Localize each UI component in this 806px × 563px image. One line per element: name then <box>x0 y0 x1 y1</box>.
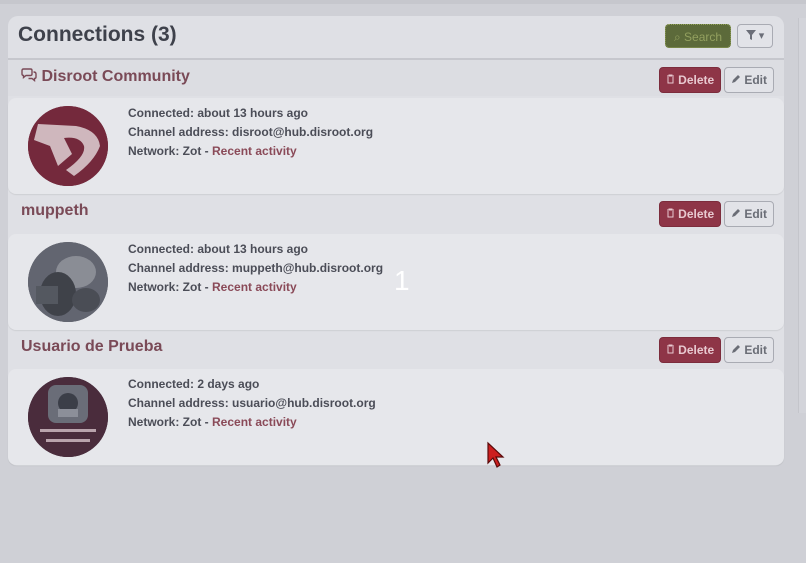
pencil-icon <box>731 209 740 217</box>
connections-header: Connections (3) ⌕ Search ▾ <box>8 16 784 59</box>
usuario-logo <box>28 377 108 457</box>
connection-header-muppeth: muppeth Delete Edit <box>8 194 784 230</box>
search-button[interactable]: ⌕ Search <box>665 24 731 48</box>
connected-time: Connected: about 13 hours ago <box>128 106 309 120</box>
recent-activity-link[interactable]: Recent activity <box>212 144 297 158</box>
disroot-logo <box>28 106 108 186</box>
right-sidebar-edge <box>798 18 806 413</box>
channel-address: Channel address: disroot@hub.disroot.org <box>128 125 374 139</box>
recent-activity-link[interactable]: Recent activity <box>212 415 297 429</box>
connection-info: Connected: 2 days ago Channel address: u… <box>128 375 376 432</box>
recent-activity-link[interactable]: Recent activity <box>212 280 297 294</box>
search-label: Search <box>684 30 723 44</box>
connection-info: Connected: about 13 hours ago Channel ad… <box>128 240 383 297</box>
filter-icon <box>745 30 756 40</box>
trash-icon <box>666 208 674 218</box>
connection-name[interactable]: muppeth <box>21 202 89 220</box>
network-label: Network: Zot - <box>128 415 212 429</box>
avatar[interactable] <box>28 106 108 186</box>
trash-icon <box>666 344 674 354</box>
step-number-overlay: 1 <box>394 265 410 296</box>
mouse-cursor-icon <box>487 441 505 468</box>
connection-card-disroot-community: Connected: about 13 hours ago Channel ad… <box>8 98 784 194</box>
channel-address: Channel address: usuario@hub.disroot.org <box>128 396 376 410</box>
connection-header-usuario-de-prueba: Usuario de Prueba Delete Edit <box>8 330 784 366</box>
filter-dropdown-button[interactable]: ▾ <box>737 24 773 48</box>
connections-panel: Connections (3) ⌕ Search ▾ Disroot Commu… <box>8 16 784 466</box>
delete-button[interactable]: Delete <box>659 337 721 363</box>
connection-info: Connected: about 13 hours ago Channel ad… <box>128 104 373 161</box>
channel-address: Channel address: muppeth@hub.disroot.org <box>128 261 384 275</box>
search-icon: ⌕ <box>673 30 681 44</box>
trash-icon <box>666 74 674 84</box>
network-label: Network: Zot - <box>128 144 212 158</box>
page-title: Connections (3) <box>18 23 177 46</box>
avatar[interactable] <box>28 377 108 457</box>
network-label: Network: Zot - <box>128 280 212 294</box>
edit-button[interactable]: Edit <box>724 201 774 227</box>
connection-header-disroot-community: Disroot Community Delete Edit <box>8 59 784 96</box>
connected-time: Connected: about 13 hours ago <box>128 242 309 256</box>
delete-button[interactable]: Delete <box>659 67 721 93</box>
connection-name[interactable]: Usuario de Prueba <box>21 338 162 356</box>
chevron-down-icon: ▾ <box>758 30 765 42</box>
comments-icon <box>21 68 37 82</box>
edit-button[interactable]: Edit <box>724 67 774 93</box>
pencil-icon <box>731 75 740 83</box>
connection-card-usuario-de-prueba: Connected: 2 days ago Channel address: u… <box>8 369 784 465</box>
muppeth-photo <box>28 242 108 322</box>
delete-button[interactable]: Delete <box>659 201 721 227</box>
edit-button[interactable]: Edit <box>724 337 774 363</box>
top-border <box>0 0 806 4</box>
connected-time: Connected: 2 days ago <box>128 377 260 391</box>
pencil-icon <box>731 345 740 353</box>
connection-name[interactable]: Disroot Community <box>21 68 190 86</box>
avatar[interactable] <box>28 242 108 322</box>
